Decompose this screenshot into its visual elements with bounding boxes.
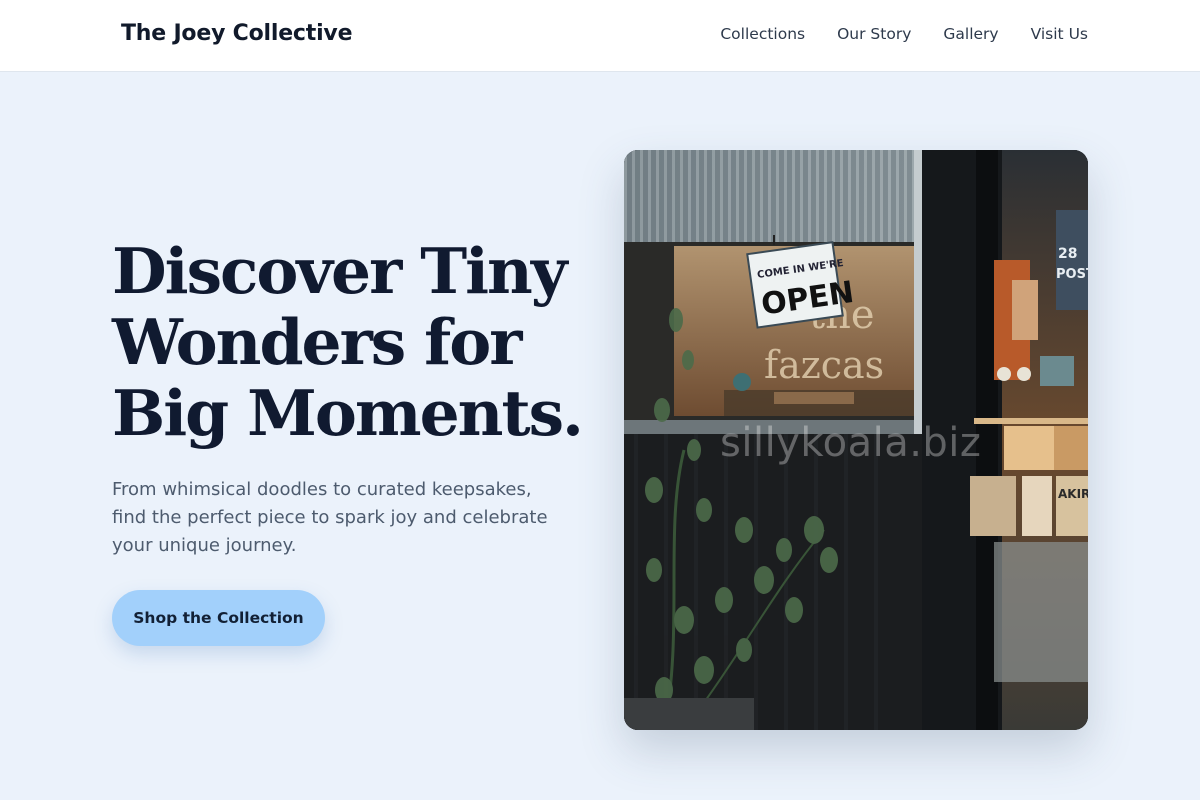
brand-logo[interactable]: The Joey Collective — [121, 21, 352, 46]
hero-subtitle-line: From whimsical doodles to curated keepsa… — [112, 479, 532, 500]
site-header: The Joey Collective Collections Our Stor… — [0, 0, 1200, 72]
nav-gallery[interactable]: Gallery — [943, 25, 998, 43]
nav-our-story[interactable]: Our Story — [837, 25, 911, 43]
poster-text: 28 — [1058, 246, 1077, 262]
nav-collections[interactable]: Collections — [720, 25, 805, 43]
hero-title: Discover Tiny Wonders for Big Moments. — [112, 236, 592, 449]
hero-subtitle-line: find the perfect piece to spark joy and … — [112, 507, 548, 528]
main-nav: Collections Our Story Gallery Visit Us — [720, 25, 1088, 43]
window-lettering: fazcas — [764, 343, 884, 387]
nav-visit-us[interactable]: Visit Us — [1031, 25, 1088, 43]
hero-title-line: Wonders for — [112, 305, 522, 379]
hero-subtitle: From whimsical doodles to curated keepsa… — [112, 476, 582, 560]
poster-text: POST — [1056, 267, 1088, 282]
shop-collection-button[interactable]: Shop the Collection — [112, 590, 325, 646]
hero-title-line: Big Moments. — [112, 376, 584, 450]
hero-subtitle-line: your unique journey. — [112, 535, 297, 556]
hero-image: the fazcas COME IN WE'RE OPEN 28 POST — [624, 150, 1088, 730]
book-title: AKIR — [1058, 487, 1088, 501]
storefront-photo: the fazcas COME IN WE'RE OPEN 28 POST — [624, 150, 1088, 730]
hero-title-line: Discover Tiny — [112, 234, 567, 308]
